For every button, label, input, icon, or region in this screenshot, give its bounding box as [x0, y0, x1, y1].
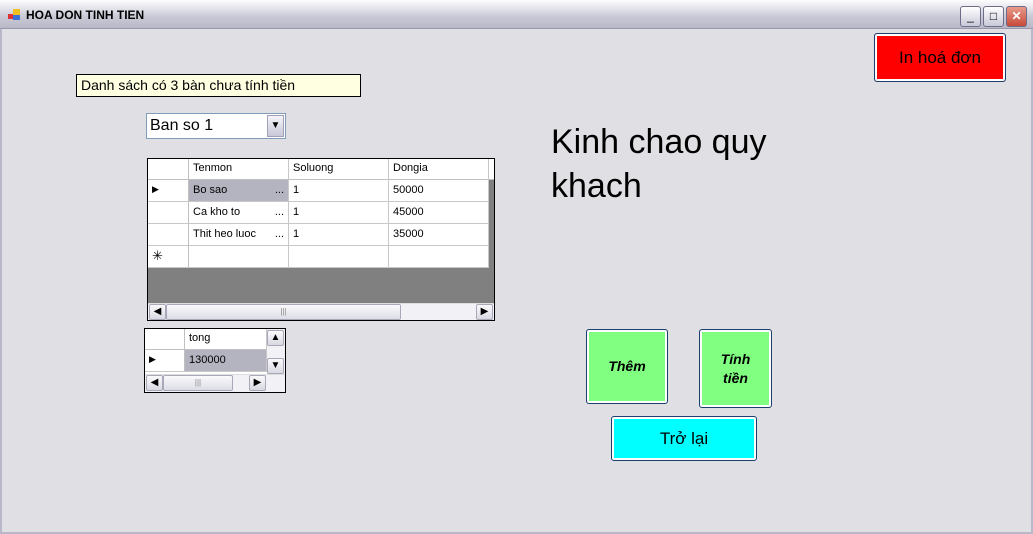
scroll-thumb[interactable]: ||| — [166, 304, 401, 320]
corner-header — [148, 159, 189, 180]
scroll-left-icon[interactable]: ◀ — [149, 304, 166, 320]
current-row-icon[interactable]: ▶ — [148, 180, 189, 202]
row-header[interactable] — [148, 202, 189, 224]
items-grid[interactable]: Tenmon Soluong Dongia ▶ Bo sao... 1 50000 Ca… — [147, 158, 495, 321]
cell-tenmon[interactable]: Ca kho to... — [189, 202, 289, 224]
ellipsis-button[interactable]: ... — [275, 184, 284, 196]
horizontal-scrollbar[interactable]: ◀ ||| ▶ — [148, 303, 494, 320]
add-button[interactable]: Thêm — [586, 329, 668, 404]
table-select[interactable]: Ban so 1 ▼ — [146, 113, 286, 139]
cell-dongia[interactable]: 45000 — [389, 202, 489, 224]
cell-text: Ca kho to — [193, 206, 241, 218]
scroll-left-icon[interactable]: ◀ — [146, 375, 163, 391]
app-icon — [8, 9, 20, 20]
ellipsis-button[interactable]: ... — [275, 206, 284, 218]
back-button[interactable]: Trở lại — [611, 416, 757, 461]
scroll-right-icon[interactable]: ▶ — [476, 304, 493, 320]
corner-header — [145, 329, 185, 350]
window-title: HOA DON TINH TIEN — [26, 8, 145, 22]
table-select-value: Ban so 1 — [150, 117, 214, 134]
cell-tenmon[interactable]: Thit heo luoc... — [189, 224, 289, 246]
new-row-icon[interactable]: ✳ — [148, 246, 189, 268]
ellipsis-button[interactable]: ... — [275, 228, 284, 240]
maximize-button[interactable]: □ — [983, 6, 1004, 27]
total-cell[interactable]: 130000 — [185, 350, 267, 372]
new-row-cell[interactable] — [389, 246, 489, 268]
header-filler — [489, 159, 494, 180]
cell-dongia[interactable]: 35000 — [389, 224, 489, 246]
column-header[interactable]: tong — [185, 329, 267, 350]
cell-soluong[interactable]: 1 — [289, 180, 389, 202]
total-grid[interactable]: tong ▶ 130000 ▲ ▼ ◀ ||| ▶ — [144, 328, 286, 393]
new-row-cell[interactable] — [289, 246, 389, 268]
vertical-scrollbar[interactable]: ▲ ▼ — [267, 329, 285, 374]
cell-dongia[interactable]: 50000 — [389, 180, 489, 202]
column-header[interactable]: Dongia — [389, 159, 489, 180]
calculate-button[interactable]: Tính tiền — [699, 329, 772, 408]
cell-soluong[interactable]: 1 — [289, 224, 389, 246]
current-row-icon: ▶ — [145, 350, 185, 372]
title-bar: HOA DON TINH TIEN _ □ ✕ — [0, 0, 1033, 29]
unpaid-tables-label: Danh sách có 3 bàn chưa tính tiền — [76, 74, 361, 97]
column-header[interactable]: Soluong — [289, 159, 389, 180]
scroll-down-icon[interactable]: ▼ — [267, 358, 284, 374]
close-button[interactable]: ✕ — [1006, 6, 1027, 27]
print-invoice-button[interactable]: In hoá đơn — [874, 33, 1006, 82]
scroll-right-icon[interactable]: ▶ — [249, 375, 266, 391]
new-row-cell[interactable] — [189, 246, 289, 268]
cell-tenmon[interactable]: Bo sao... — [189, 180, 289, 202]
column-header[interactable]: Tenmon — [189, 159, 289, 180]
cell-soluong[interactable]: 1 — [289, 202, 389, 224]
horizontal-scrollbar[interactable]: ◀ ||| ▶ — [145, 374, 285, 392]
scroll-thumb[interactable]: ||| — [163, 375, 233, 391]
cell-text: Thit heo luoc — [193, 228, 256, 240]
scroll-up-icon[interactable]: ▲ — [267, 330, 284, 346]
minimize-button[interactable]: _ — [960, 6, 981, 27]
cell-text: Bo sao — [193, 184, 228, 196]
row-header[interactable] — [148, 224, 189, 246]
greeting-text: Kinh chao quy khach — [551, 123, 767, 205]
chevron-down-icon[interactable]: ▼ — [267, 115, 284, 137]
calculate-button-label: Tính tiền — [720, 351, 751, 386]
